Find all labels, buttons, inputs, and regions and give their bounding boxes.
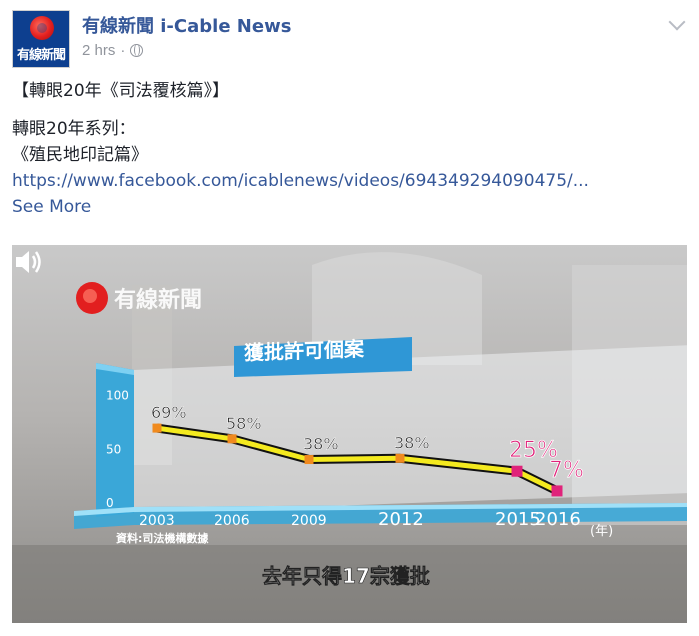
data-value-label: 38%: [394, 433, 430, 452]
post-body: 【轉眼20年《司法覆核篇》】 轉眼20年系列： 《殖民地印記篇》 https:/…: [12, 78, 682, 220]
data-value-label: 69%: [151, 403, 187, 422]
series-item: 《殖民地印記篇》: [12, 145, 148, 165]
data-value-label: 7%: [549, 458, 584, 483]
video-player[interactable]: 獲批許可個案 有線新聞 100 50 0 2003 2006 2009 2012 2015 2…: [12, 245, 687, 623]
post-header: 有線新聞 有線新聞 i-Cable News 2 hrs ·: [12, 10, 687, 68]
data-value-label: 38%: [303, 435, 339, 454]
x-tick-label: 2015: [495, 509, 541, 530]
data-value-label: 58%: [226, 414, 262, 433]
data-point-marker: [227, 434, 237, 444]
chevron-down-icon[interactable]: [668, 13, 686, 31]
meta-separator: ·: [120, 42, 126, 59]
source-note: 資料:司法機構數據: [116, 531, 209, 545]
post-meta: 2 hrs ·: [82, 42, 144, 59]
globe-icon[interactable]: [130, 44, 144, 57]
series-line: 轉眼20年系列：: [12, 119, 136, 139]
y-tick-label: 100: [106, 388, 129, 402]
data-point-marker: [152, 423, 162, 433]
x-tick-label: 2003: [139, 513, 175, 529]
video-caption: 去年只得17宗獲批: [262, 564, 430, 588]
page-avatar[interactable]: 有線新聞: [12, 10, 70, 68]
video-logo-text: 有線新聞: [114, 287, 202, 313]
page-name-link[interactable]: 有線新聞 i-Cable News: [82, 12, 291, 38]
data-point-marker: [395, 453, 405, 463]
volume-icon[interactable]: [12, 245, 46, 279]
data-point-marker: [551, 485, 563, 497]
y-tick-label: 50: [106, 442, 121, 456]
chart-graphic: 獲批許可個案 有線新聞 100 50 0 2003 2006 2009 2012 20152…: [12, 252, 687, 623]
avatar-label: 有線新聞: [16, 48, 66, 63]
x-tick-label: 2006: [214, 513, 250, 529]
cable-logo-icon: [30, 16, 54, 40]
video-link[interactable]: https://www.facebook.com/icablenews/vide…: [12, 171, 589, 191]
post-title-line: 【轉眼20年《司法覆核篇》】: [12, 81, 230, 101]
x-tick-label: 2009: [291, 513, 327, 529]
x-tick-label: 2012: [378, 509, 424, 530]
x-unit-label: (年): [590, 524, 613, 539]
chart-title: 獲批許可個案: [244, 337, 365, 365]
post-time[interactable]: 2 hrs: [82, 42, 115, 59]
data-point-marker: [304, 455, 314, 465]
see-more-link[interactable]: See More: [12, 194, 682, 220]
y-tick-label: 0: [106, 496, 114, 510]
x-tick-label: 2016: [535, 509, 581, 530]
data-point-marker: [511, 465, 523, 477]
